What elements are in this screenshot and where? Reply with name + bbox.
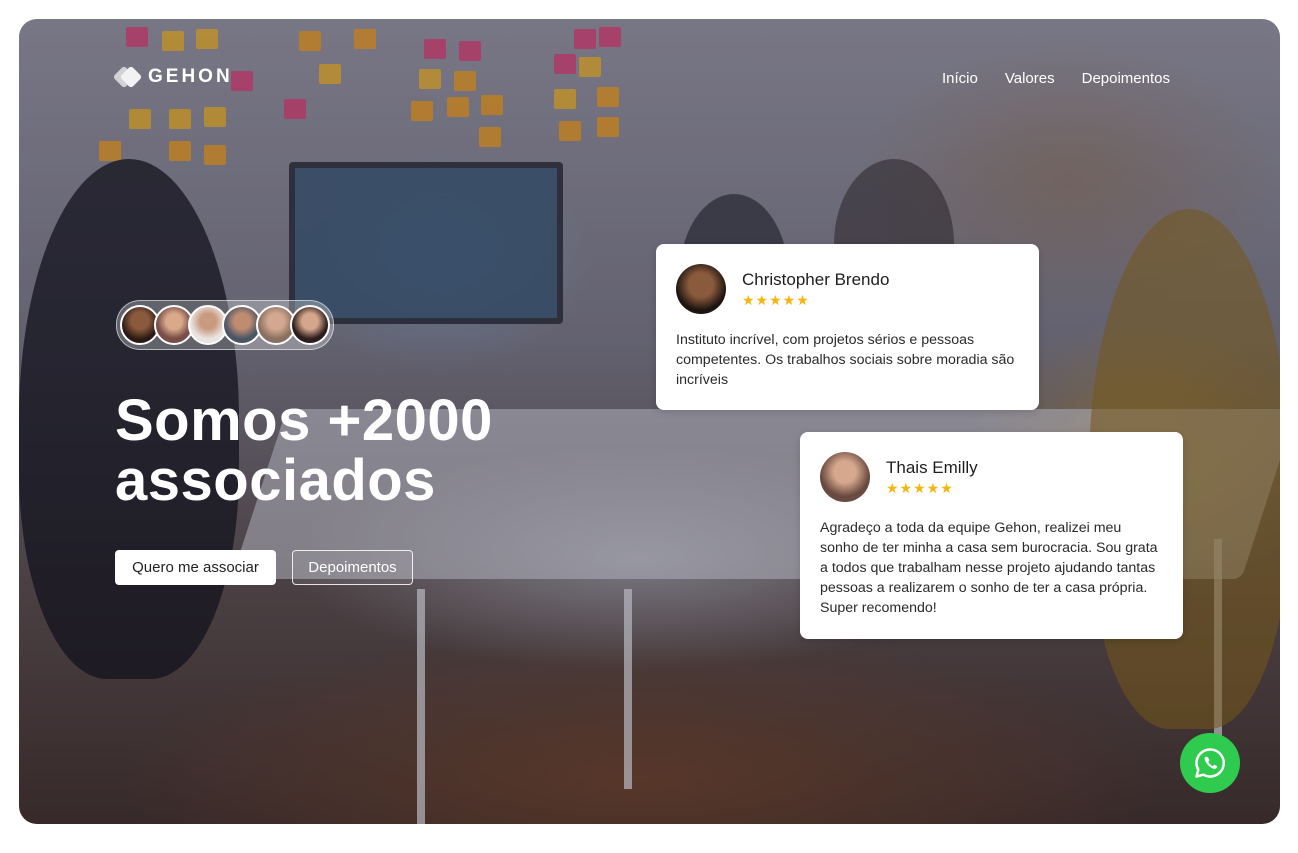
whatsapp-icon — [1195, 748, 1225, 778]
whatsapp-button[interactable] — [1180, 733, 1240, 793]
main-nav: Início Valores Depoimentos — [942, 70, 1170, 87]
hero-headline-regular: Somos — [115, 388, 328, 453]
nav-link-depoimentos[interactable]: Depoimentos — [1082, 70, 1170, 87]
testimonials-button[interactable]: Depoimentos — [292, 550, 413, 585]
testimonial-text: Instituto incrível, com projetos sérios … — [676, 332, 1015, 388]
brand-name: GEHON — [148, 66, 233, 87]
join-button[interactable]: Quero me associar — [115, 550, 276, 585]
testimonial-author: Thais Emilly — [886, 458, 978, 477]
testimonial-card: Thais Emilly ★★★★★ Agradeço a toda da eq… — [800, 432, 1183, 639]
associates-avatar-group — [116, 300, 334, 350]
star-rating-icon: ★★★★★ — [886, 480, 954, 496]
avatar — [676, 264, 726, 314]
nav-link-inicio[interactable]: Início — [942, 70, 978, 87]
brand-logo[interactable]: GEHON — [112, 64, 233, 90]
hero-headline: Somos +2000 associados — [115, 391, 493, 511]
gehon-logo-icon — [112, 64, 143, 90]
star-rating-icon: ★★★★★ — [742, 292, 810, 308]
testimonial-author: Christopher Brendo — [742, 270, 890, 289]
testimonial-text: Agradeço a toda da equipe Gehon, realize… — [820, 520, 1158, 616]
avatar — [820, 452, 870, 502]
testimonial-card: Christopher Brendo ★★★★★ Instituto incrí… — [656, 244, 1039, 410]
hero-headline-line2: associados — [115, 448, 436, 513]
nav-link-valores[interactable]: Valores — [1005, 70, 1055, 87]
avatar — [290, 305, 330, 345]
hero-headline-number: +2000 — [327, 388, 493, 453]
hero-background: GEHON Início Valores Depoimentos Somos +… — [19, 19, 1280, 824]
